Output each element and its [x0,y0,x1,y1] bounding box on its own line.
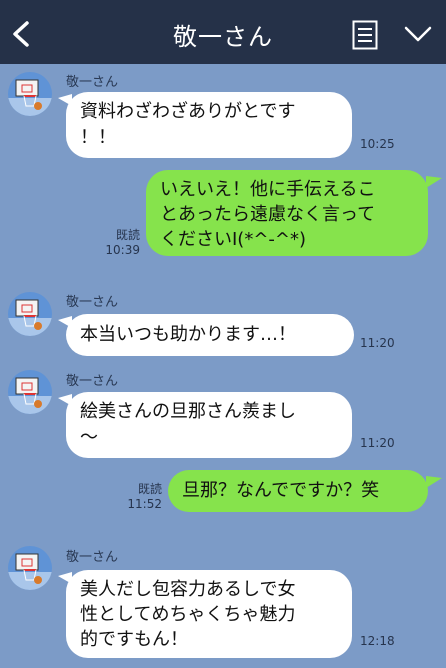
read-label: 既読 [115,228,140,242]
chevron-down-icon[interactable] [404,24,432,44]
read-receipt: 既読 10:39 [100,228,140,258]
message-text-line: 本当いつも助かります…！ [80,324,296,345]
message-bubble[interactable]: 美人だし包容力あるしで女 性としてめちゃくちゃ魅力 的ですもん！ [66,570,352,658]
message-time: 11:20 [360,436,395,450]
chat-title: 敬一さん [173,23,273,51]
message-text-line: ！！ [80,127,116,148]
message-time: 12:18 [360,634,395,648]
message-bubble[interactable]: 資料わざわざありがとです ！！ [66,92,352,158]
sender-name: 敬一さん [66,550,119,565]
basketball-hoop-avatar-icon [8,370,52,414]
avatar[interactable] [8,546,52,590]
basketball-hoop-avatar-icon [8,72,52,116]
message-text-line: いえいえ！他に手伝えるこ [160,179,376,200]
message-text-line: 性としてめちゃくちゃ魅力 [80,604,296,625]
message-time: 10:25 [360,137,395,151]
basketball-hoop-avatar-icon [8,292,52,336]
message-time: 10:39 [105,243,140,257]
bubble-tail [426,176,442,188]
chat-header: 敬一さん [0,0,446,64]
avatar[interactable] [8,72,52,116]
memo-icon[interactable] [352,20,378,50]
sender-name: 敬一さん [66,75,119,90]
message-text-line: とあったら遠慮なく言って [160,204,376,225]
message-bubble[interactable]: 本当いつも助かります…！ [66,314,354,356]
bubble-tail [426,476,442,488]
avatar[interactable] [8,292,52,336]
avatar[interactable] [8,370,52,414]
message-time: 11:52 [127,497,162,511]
message-text-line: 〜 [80,427,98,448]
message-bubble[interactable]: 絵美さんの旦那さん羨まし 〜 [66,392,352,458]
message-bubble[interactable]: いえいえ！他に手伝えるこ とあったら遠慮なく言って くださいI(*^-^*) [146,170,428,256]
sender-name: 敬一さん [66,374,119,389]
message-text-line: 美人だし包容力あるしで女 [80,579,296,600]
message-text-line: 的ですもん！ [80,629,188,650]
message-text-line: 旦那？なんでですか？笑 [182,480,380,501]
message-bubble[interactable]: 旦那？なんでですか？笑 [168,470,428,512]
read-label: 既読 [137,482,162,496]
message-text-line: くださいI(*^-^*) [160,229,307,250]
message-text-line: 絵美さんの旦那さん羨まし [80,401,296,422]
basketball-hoop-avatar-icon [8,546,52,590]
read-receipt: 既読 11:52 [118,482,162,512]
message-text-line: 資料わざわざありがとです [80,101,296,122]
sender-name: 敬一さん [66,295,119,310]
message-time: 11:20 [360,336,395,350]
